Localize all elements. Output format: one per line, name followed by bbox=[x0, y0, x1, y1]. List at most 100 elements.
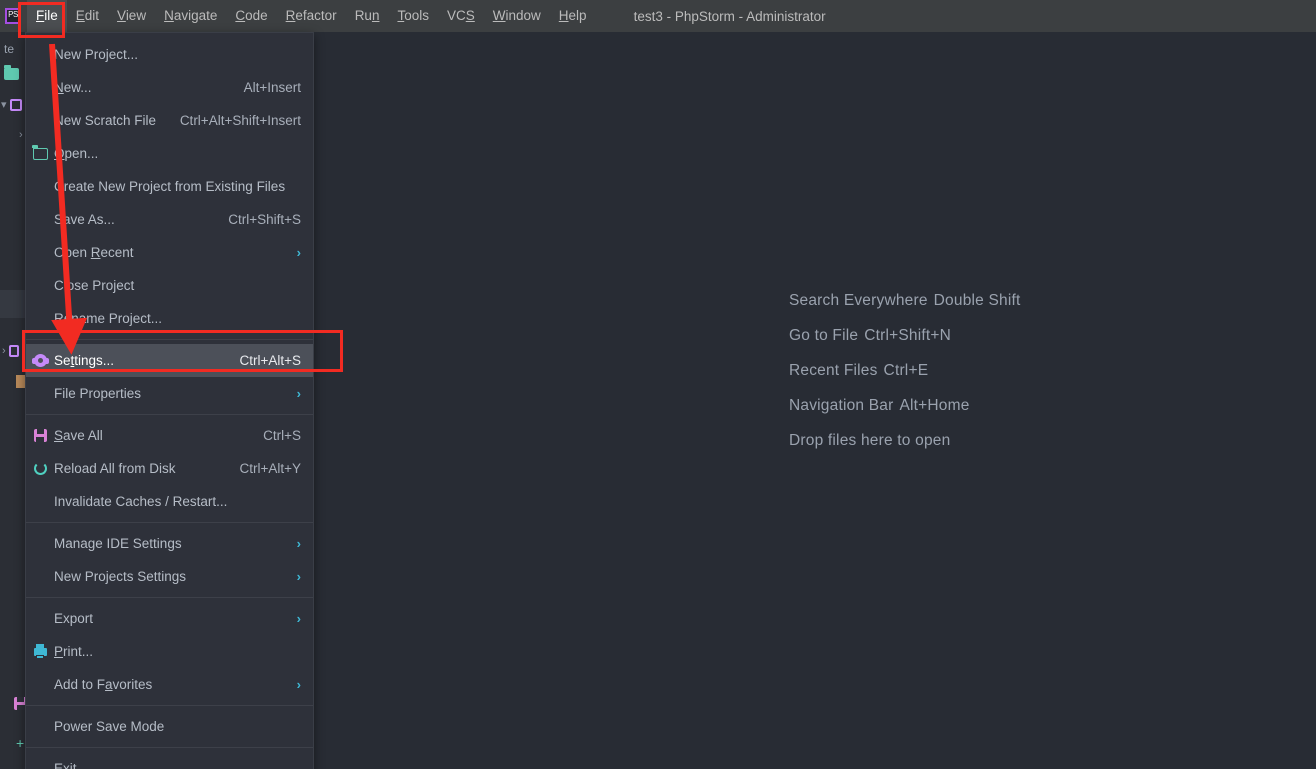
menu-item-print[interactable]: Print... bbox=[26, 635, 313, 668]
menubar-item-edit[interactable]: Edit bbox=[67, 0, 108, 32]
menu-item-settings[interactable]: Settings... Ctrl+Alt+S bbox=[26, 344, 313, 377]
menu-item-label: Exit bbox=[54, 761, 77, 769]
editor-hint-action: Search Everywhere bbox=[789, 292, 928, 309]
chevron-right-icon: › bbox=[296, 677, 301, 692]
phpstorm-logo-icon bbox=[5, 8, 21, 24]
menu-item-label: Create New Project from Existing Files bbox=[54, 179, 286, 194]
menu-bar: File Edit View Navigate Code Refactor Run Tools… bbox=[27, 0, 596, 32]
chevron-down-icon[interactable]: ▾ bbox=[1, 98, 7, 111]
menu-item-label: File Properties bbox=[54, 386, 142, 401]
menubar-item-vcs[interactable]: VCS bbox=[438, 0, 484, 32]
editor-hint-row: Drop files here to open bbox=[789, 432, 1021, 450]
menu-item-label: Export bbox=[54, 611, 94, 626]
menu-item-reload-all-from-disk[interactable]: Reload All from Disk Ctrl+Alt+Y bbox=[26, 452, 313, 485]
chevron-right-icon: › bbox=[296, 386, 301, 401]
menu-item-label: Invalidate Caches / Restart... bbox=[54, 494, 228, 509]
editor-hint-row: Navigation Bar Alt+Home bbox=[789, 397, 1021, 415]
window-title: test3 - PhpStorm - Administrator bbox=[633, 8, 826, 24]
menu-item-add-to-favorites[interactable]: Add to Favorites › bbox=[26, 668, 313, 701]
menu-item-shortcut: Ctrl+Shift+S bbox=[228, 212, 301, 227]
add-icon[interactable]: + bbox=[16, 735, 24, 751]
menu-item-exit[interactable]: Exit bbox=[26, 752, 313, 769]
menu-item-file-properties[interactable]: File Properties › bbox=[26, 377, 313, 410]
project-tree-node-library[interactable]: › bbox=[2, 345, 19, 357]
menu-item-label: New Projects Settings bbox=[54, 569, 187, 584]
file-dropdown-menu: New Project... New... Alt+Insert New Scratc… bbox=[25, 32, 314, 769]
menu-item-new[interactable]: New... Alt+Insert bbox=[26, 71, 313, 104]
menu-item-label: Open Recent bbox=[54, 245, 134, 260]
tool-window-selected-strip[interactable] bbox=[0, 290, 26, 318]
menu-item-label: New Project... bbox=[54, 47, 139, 62]
menu-separator bbox=[26, 339, 313, 340]
module-icon bbox=[9, 98, 22, 111]
reload-icon bbox=[32, 461, 48, 477]
chevron-right-icon[interactable]: › bbox=[19, 125, 23, 143]
title-menu-bar: FileEditViewNavigateCodeRefactorRunTools… bbox=[0, 0, 1316, 32]
menu-item-label: New... bbox=[54, 80, 92, 95]
menu-item-new-scratch-file[interactable]: New Scratch File Ctrl+Alt+Shift+Insert bbox=[26, 104, 313, 137]
menu-item-export[interactable]: Export › bbox=[26, 602, 313, 635]
floppy-disk-icon bbox=[32, 428, 48, 444]
library-icon bbox=[8, 345, 19, 357]
editor-hint-action: Recent Files bbox=[789, 362, 878, 379]
phpstorm-window: Search Everywhere Double Shift Go to File C… bbox=[0, 0, 1316, 769]
menu-item-shortcut: Ctrl+S bbox=[263, 428, 301, 443]
menu-item-rename-project[interactable]: Rename Project... bbox=[26, 302, 313, 335]
menubar-item-file[interactable]: File bbox=[27, 0, 67, 32]
menu-item-shortcut: Alt+Insert bbox=[243, 80, 301, 95]
editor-hint-action: Drop files here to open bbox=[789, 432, 951, 449]
menu-item-open[interactable]: Open... bbox=[26, 137, 313, 170]
editor-hint-action: Navigation Bar bbox=[789, 397, 894, 414]
menubar-item-tools[interactable]: Tools bbox=[388, 0, 438, 32]
editor-hints-panel: Search Everywhere Double Shift Go to File C… bbox=[789, 292, 1021, 450]
menu-item-label: Close Project bbox=[54, 278, 135, 293]
menu-item-label: Manage IDE Settings bbox=[54, 536, 182, 551]
gear-icon bbox=[31, 353, 49, 369]
menubar-item-code[interactable]: Code bbox=[226, 0, 276, 32]
menu-item-save-as[interactable]: Save As... Ctrl+Shift+S bbox=[26, 203, 313, 236]
editor-hint-shortcut: Ctrl+Shift+N bbox=[864, 327, 952, 344]
menu-separator bbox=[26, 747, 313, 748]
menubar-item-view[interactable]: View bbox=[108, 0, 155, 32]
menu-item-manage-ide-settings[interactable]: Manage IDE Settings › bbox=[26, 527, 313, 560]
menubar-item-refactor[interactable]: Refactor bbox=[277, 0, 346, 32]
menu-item-new-projects-settings[interactable]: New Projects Settings › bbox=[26, 560, 313, 593]
menu-separator bbox=[26, 414, 313, 415]
menu-item-power-save-mode[interactable]: Power Save Mode bbox=[26, 710, 313, 743]
project-tree-partial-label: te bbox=[4, 42, 15, 56]
menu-item-label: Power Save Mode bbox=[54, 719, 165, 734]
printer-icon bbox=[32, 643, 48, 660]
editor-hint-row: Recent Files Ctrl+E bbox=[789, 362, 1021, 380]
project-tree-node-module[interactable]: ▾ bbox=[1, 98, 22, 111]
menubar-item-window[interactable]: Window bbox=[484, 0, 550, 32]
menu-item-save-all[interactable]: Save All Ctrl+S bbox=[26, 419, 313, 452]
menu-item-label: Save As... bbox=[54, 212, 115, 227]
menu-item-label: Rename Project... bbox=[54, 311, 163, 326]
menu-separator bbox=[26, 597, 313, 598]
menu-item-create-new-project-from-existing-files[interactable]: Create New Project from Existing Files bbox=[26, 170, 313, 203]
editor-hint-shortcut: Double Shift bbox=[933, 292, 1021, 309]
folder-icon[interactable] bbox=[4, 65, 19, 80]
menu-item-shortcut: Ctrl+Alt+S bbox=[239, 353, 301, 368]
menubar-item-run[interactable]: Run bbox=[346, 0, 389, 32]
menu-item-new-project[interactable]: New Project... bbox=[26, 38, 313, 71]
chevron-right-icon: › bbox=[296, 536, 301, 551]
editor-hint-shortcut: Ctrl+E bbox=[883, 362, 929, 379]
menu-item-label: New Scratch File bbox=[54, 113, 157, 128]
chevron-right-icon: › bbox=[296, 569, 301, 584]
menu-separator bbox=[26, 705, 313, 706]
chevron-right-icon: › bbox=[296, 245, 301, 260]
menu-item-label: Settings... bbox=[54, 353, 115, 368]
editor-hint-row: Go to File Ctrl+Shift+N bbox=[789, 327, 1021, 345]
menu-item-open-recent[interactable]: Open Recent › bbox=[26, 236, 313, 269]
menu-item-close-project[interactable]: Close Project bbox=[26, 269, 313, 302]
menu-item-label: Open... bbox=[54, 146, 99, 161]
menu-item-shortcut: Ctrl+Alt+Y bbox=[239, 461, 301, 476]
menu-item-label: Add to Favorites bbox=[54, 677, 153, 692]
menu-item-invalidate-caches-restart[interactable]: Invalidate Caches / Restart... bbox=[26, 485, 313, 518]
editor-hint-row: Search Everywhere Double Shift bbox=[789, 292, 1021, 310]
menubar-item-navigate[interactable]: Navigate bbox=[155, 0, 226, 32]
menubar-item-help[interactable]: Help bbox=[550, 0, 596, 32]
menu-item-label: Reload All from Disk bbox=[54, 461, 176, 476]
chevron-right-icon[interactable]: › bbox=[2, 345, 6, 357]
